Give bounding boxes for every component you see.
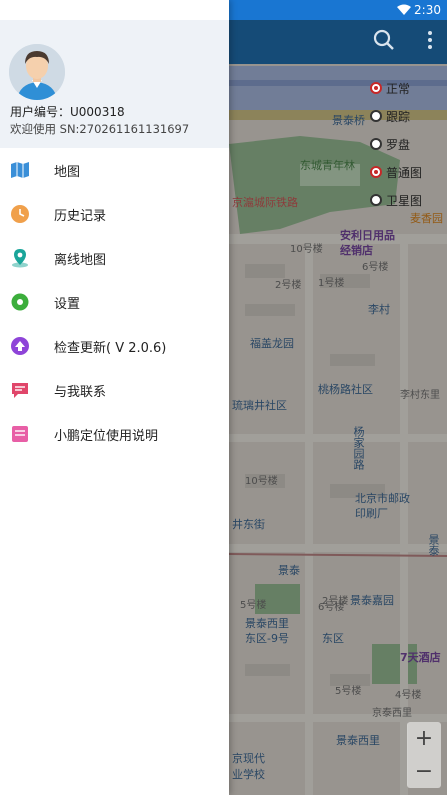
- radio-button[interactable]: [370, 82, 382, 94]
- avatar[interactable]: [9, 44, 65, 100]
- wifi-icon: [397, 4, 411, 15]
- arrow-up-icon: [11, 337, 29, 355]
- radio-button[interactable]: [370, 138, 382, 150]
- gear-icon: [11, 293, 29, 311]
- radio-button[interactable]: [370, 194, 382, 206]
- menu-item-contact[interactable]: 与我联系: [0, 368, 229, 412]
- radio-option-track[interactable]: 跟踪: [370, 102, 440, 130]
- menu-item-label: 检查更新( V 2.0.6): [54, 341, 167, 356]
- radio-button[interactable]: [370, 166, 382, 178]
- zoom-out-button[interactable]: −: [407, 755, 441, 788]
- clock-icon: [11, 205, 29, 223]
- document-icon: [12, 426, 28, 442]
- clock-time: 2:30: [414, 3, 441, 17]
- radio-label: 卫星图: [386, 193, 423, 208]
- menu-item-manual[interactable]: 小鹏定位使用说明: [0, 412, 229, 456]
- menu-item-offline-map[interactable]: 离线地图: [0, 236, 229, 280]
- radio-label: 普通图: [386, 165, 423, 180]
- user-avatar-icon: [9, 44, 65, 100]
- menu-item-history[interactable]: 历史记录: [0, 192, 229, 236]
- zoom-in-button[interactable]: +: [407, 722, 441, 755]
- radio-label: 罗盘: [386, 137, 411, 152]
- radio-button[interactable]: [370, 110, 382, 122]
- map-mode-options: 正常 跟踪 罗盘 普通图 卫星图: [370, 74, 440, 214]
- menu-item-label: 地图: [54, 165, 81, 180]
- search-icon[interactable]: [373, 29, 395, 51]
- drawer-header: 用户编号：U000318 欢迎使用 SN:270261161131697: [0, 20, 229, 148]
- menu-item-label: 离线地图: [54, 253, 107, 268]
- radio-option-compass[interactable]: 罗盘: [370, 130, 440, 158]
- drawer-menu: 地图 历史记录 离线地图 设置 检查更新(V 2.0.6) 与我联系 小鹏定位…: [0, 148, 229, 456]
- user-id-text: 用户编号：U000318: [10, 105, 125, 119]
- menu-item-label: 小鹏定位使用说明: [54, 429, 159, 444]
- menu-item-settings[interactable]: 设置: [0, 280, 229, 324]
- chat-icon: [12, 383, 28, 398]
- radio-label: 正常: [386, 81, 411, 96]
- radio-option-standard-map[interactable]: 普通图: [370, 158, 440, 186]
- location-pin-icon: [12, 249, 28, 268]
- welcome-text: 欢迎使用 SN:270261161131697: [10, 122, 190, 136]
- radio-option-normal[interactable]: 正常: [370, 74, 440, 102]
- map-icon: [11, 162, 29, 178]
- menu-item-label: 与我联系: [54, 385, 107, 400]
- navigation-drawer: 用户编号：U000318 欢迎使用 SN:270261161131697 地图 …: [0, 0, 229, 795]
- menu-item-label: 历史记录: [54, 209, 107, 224]
- radio-label: 跟踪: [386, 109, 411, 124]
- radio-option-satellite-map[interactable]: 卫星图: [370, 186, 440, 214]
- zoom-control: + −: [407, 722, 441, 788]
- menu-item-check-update[interactable]: 检查更新( V 2.0.6): [0, 324, 229, 368]
- menu-item-map[interactable]: 地图: [0, 148, 229, 192]
- menu-item-label: 设置: [54, 297, 81, 312]
- more-options-icon[interactable]: [427, 30, 433, 50]
